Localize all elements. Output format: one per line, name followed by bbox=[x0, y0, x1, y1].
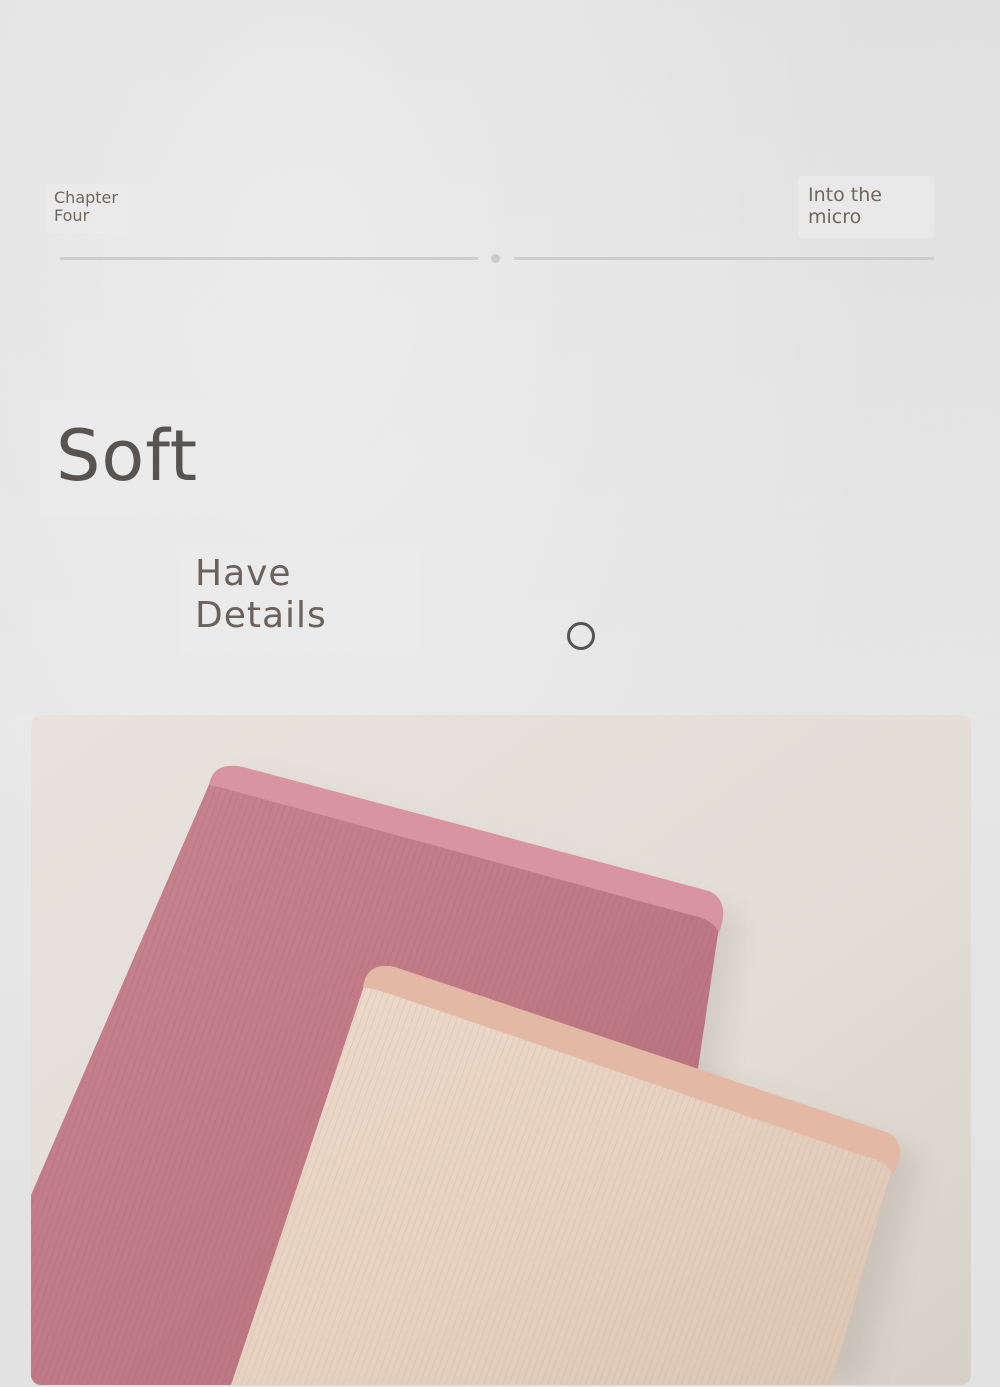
chapter-badge: Chapter Four bbox=[46, 184, 128, 234]
section-label: Into the micro bbox=[808, 184, 882, 228]
page-subtitle: Have Details bbox=[195, 553, 327, 636]
product-photo bbox=[31, 715, 971, 1385]
title-badge: Soft bbox=[40, 400, 222, 515]
page-title: Soft bbox=[56, 415, 199, 497]
paper-texture bbox=[0, 0, 1000, 715]
chapter-label: Chapter Four bbox=[54, 188, 118, 225]
ring-icon bbox=[567, 622, 595, 650]
divider-right bbox=[514, 257, 934, 260]
divider-left bbox=[60, 257, 478, 260]
section-badge: Into the micro bbox=[798, 176, 934, 238]
dot-icon bbox=[491, 254, 500, 263]
subtitle-badge: Have Details bbox=[180, 543, 420, 654]
page: Chapter Four Into the micro Soft Have De… bbox=[0, 0, 1000, 1387]
